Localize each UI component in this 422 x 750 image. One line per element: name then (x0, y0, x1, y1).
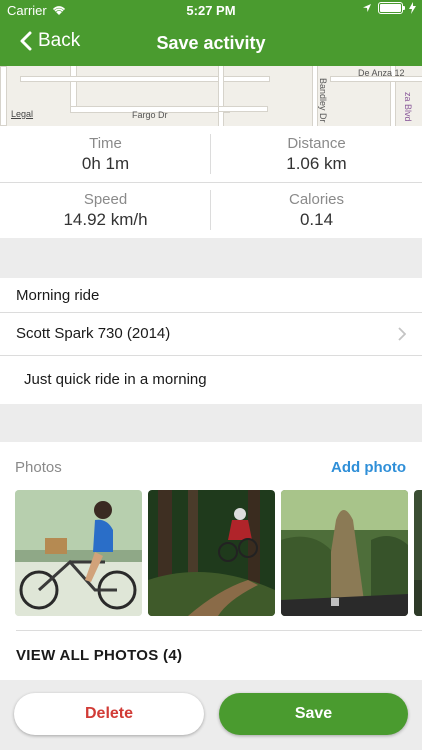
stat-distance: Distance 1.06 km (211, 126, 422, 182)
bike-name: Scott Spark 730 (2014) (16, 325, 171, 342)
bike-selector[interactable]: Scott Spark 730 (2014) (0, 313, 422, 355)
photos-header: Photos (15, 459, 62, 476)
stat-value: 0h 1m (81, 154, 130, 173)
activity-name-field[interactable]: Morning ride (16, 287, 416, 304)
stat-label: Time (89, 135, 122, 152)
route-map[interactable]: De Anza 12 Bandley Dr Fargo Dr za Blvd L… (0, 66, 422, 126)
stat-time: Time 0h 1m (0, 126, 211, 182)
divider (0, 355, 422, 356)
battery-icon (378, 2, 405, 14)
divider (16, 630, 422, 631)
save-button[interactable]: Save (219, 693, 408, 735)
map-street-label: za Blvd (403, 92, 413, 122)
navigation-bar: Back Save activity (0, 20, 422, 66)
delete-button[interactable]: Delete (14, 693, 204, 735)
map-legal-link[interactable]: Legal (11, 109, 33, 119)
photo-thumbnail[interactable] (281, 490, 408, 616)
photo-rock-formation-image (281, 490, 408, 616)
photo-partial-image (414, 490, 422, 616)
photo-forest-trail-image (148, 490, 275, 616)
stat-value: 1.06 km (286, 154, 347, 173)
photo-thumbnail[interactable] (148, 490, 275, 616)
photo-thumbnail[interactable] (15, 490, 142, 616)
add-photo-button[interactable]: Add photo (331, 459, 406, 476)
stat-speed: Speed 14.92 km/h (0, 182, 211, 238)
page-title: Save activity (156, 33, 266, 53)
divider (210, 190, 211, 230)
stat-label: Distance (287, 135, 346, 152)
status-time: 5:27 PM (186, 3, 236, 18)
stat-calories: Calories 0.14 (211, 182, 422, 238)
stat-label: Speed (83, 191, 128, 208)
photos-section: Photos Add photo VIEW ALL PHOTOS (4) (0, 442, 422, 680)
stat-value: 0.14 (299, 210, 334, 229)
stat-value: 14.92 km/h (63, 210, 148, 229)
photo-cyclist-image (15, 490, 142, 616)
activity-stats: Time 0h 1m Distance 1.06 km Speed 14.92 … (0, 126, 422, 238)
photo-thumbnail[interactable] (414, 490, 422, 616)
map-street-label: Bandley Dr (318, 78, 328, 123)
location-arrow-icon (363, 4, 371, 12)
status-right-group (362, 2, 416, 14)
map-street-label: Fargo Dr (132, 110, 168, 120)
activity-form: Morning ride Scott Spark 730 (2014) Just… (0, 278, 422, 404)
divider (210, 134, 211, 174)
status-bar: Carrier 5:27 PM (0, 0, 422, 20)
description-field[interactable]: Just quick ride in a morning (24, 371, 414, 388)
stat-label: Calories (288, 191, 345, 208)
map-street-label: De Anza 12 (358, 68, 405, 78)
charging-bolt-icon (409, 2, 416, 14)
view-all-photos-button[interactable]: VIEW ALL PHOTOS (4) (16, 647, 182, 664)
chevron-right-icon (398, 327, 406, 341)
